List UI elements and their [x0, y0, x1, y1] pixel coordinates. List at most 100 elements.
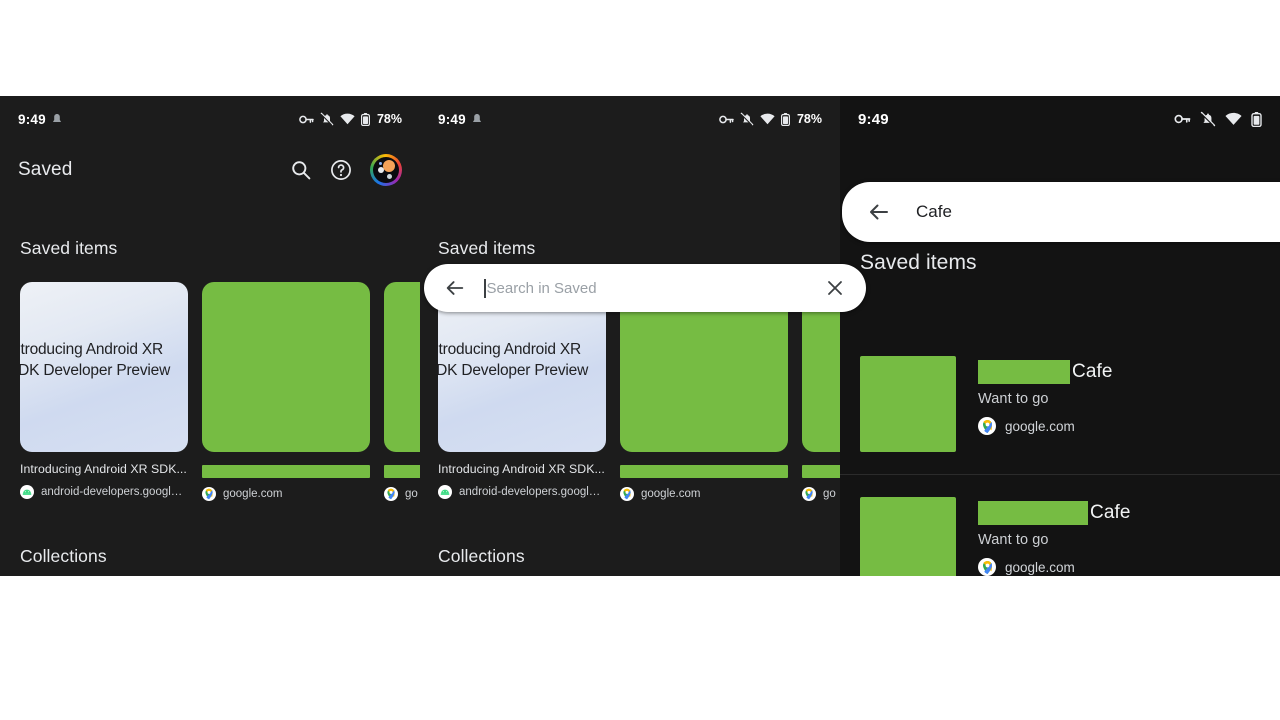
search-result-item[interactable]: Cafe Want to go google.com	[840, 475, 1280, 576]
status-bar-left: 9:49	[18, 112, 62, 127]
card-thumbnail-text: Introducing Android XR SDK Developer Pre…	[20, 341, 171, 379]
result-source-label: google.com	[1005, 559, 1075, 575]
status-bar-right	[1174, 111, 1262, 127]
card-title-redacted	[202, 465, 370, 478]
status-time: 9:49	[858, 110, 889, 128]
card-title: Introducing Android XR SDK...	[20, 462, 187, 476]
result-body: Cafe Want to go google.com	[978, 356, 1280, 452]
android-icon	[20, 485, 34, 499]
result-thumbnail	[860, 497, 956, 576]
status-bar-right: 78%	[719, 112, 822, 126]
saved-items-card-row: Introducing Android XR SDK Developer Pre…	[20, 282, 420, 501]
saved-items-header: Saved items	[438, 238, 536, 258]
saved-card[interactable]: Introducing Android XR SDK Developer Pre…	[438, 282, 606, 501]
search-bar-results[interactable]: Cafe	[842, 182, 1280, 242]
page-title: Saved	[18, 159, 73, 180]
saved-card[interactable]: google.com	[202, 282, 370, 501]
result-thumbnail	[860, 356, 956, 452]
account-avatar[interactable]	[370, 154, 402, 186]
saved-card[interactable]: Introducing Android XR SDK Developer Pre…	[20, 282, 188, 501]
card-source-label: android-developers.googleblo...	[41, 486, 188, 498]
card-source: android-developers.googleblo...	[438, 485, 606, 499]
result-body: Cafe Want to go google.com	[978, 497, 1280, 576]
card-source-label: google.com	[641, 488, 701, 500]
battery-percent: 78%	[376, 112, 402, 126]
saved-card[interactable]: go	[384, 282, 420, 501]
status-bar-right: 78%	[299, 112, 402, 126]
collections-header: Collections	[20, 546, 107, 566]
status-time: 9:49	[438, 111, 466, 127]
result-title: Cafe	[1072, 361, 1113, 382]
search-input[interactable]: Search in Saved	[484, 278, 822, 298]
google-maps-pin-icon	[384, 487, 398, 501]
saved-card[interactable]: go	[802, 282, 840, 501]
status-bar-left: 9:49	[438, 112, 482, 127]
saved-items-header: Saved items	[20, 238, 118, 258]
saved-items-card-row: Introducing Android XR SDK Developer Pre…	[438, 282, 840, 501]
google-maps-pin-icon	[978, 558, 996, 576]
android-icon	[438, 485, 452, 499]
saved-items-header: Saved items	[860, 251, 977, 274]
vpn-key-icon	[1174, 113, 1191, 125]
notifications-off-icon	[740, 112, 754, 126]
saved-card[interactable]: google.com	[620, 282, 788, 501]
result-subtitle: Want to go	[978, 532, 1049, 548]
panel-saved-home: 9:49 78% Saved Saved items Introducing A…	[0, 96, 420, 576]
card-source: go	[802, 487, 840, 501]
card-thumbnail	[384, 282, 420, 452]
card-title: Introducing Android XR SDK...	[438, 462, 605, 476]
result-source-label: google.com	[1005, 418, 1075, 434]
search-result-item[interactable]: Cafe Want to go google.com	[840, 334, 1280, 475]
result-source: google.com	[978, 417, 1280, 435]
app-bar: Saved	[0, 142, 420, 198]
battery-icon	[1251, 111, 1262, 127]
search-placeholder: Search in Saved	[486, 279, 597, 297]
help-icon[interactable]	[330, 159, 352, 181]
search-bar-empty[interactable]: Search in Saved	[424, 264, 866, 312]
collections-header: Collections	[438, 546, 525, 566]
search-input[interactable]: Cafe	[916, 202, 1280, 222]
battery-percent: 78%	[796, 112, 822, 126]
card-source-label: go	[823, 488, 836, 500]
status-bar: 9:49 78%	[0, 96, 420, 142]
card-source-label: go	[405, 488, 418, 500]
app-bar-actions	[290, 154, 402, 186]
battery-icon	[360, 112, 370, 126]
result-title-row: Cafe	[978, 501, 1280, 525]
result-title-row: Cafe	[978, 360, 1280, 384]
search-icon[interactable]	[290, 159, 312, 181]
result-title-redacted-prefix	[978, 360, 1070, 384]
card-source: go	[384, 487, 420, 501]
wifi-icon	[340, 113, 355, 125]
result-title: Cafe	[1090, 502, 1131, 523]
back-arrow-icon[interactable]	[442, 275, 468, 301]
search-results-list: Cafe Want to go google.com Cafe Want to …	[840, 334, 1280, 576]
battery-icon	[780, 112, 790, 126]
vpn-key-icon	[719, 114, 734, 125]
card-title-redacted	[620, 465, 788, 478]
google-maps-pin-icon	[202, 487, 216, 501]
close-icon[interactable]	[822, 275, 848, 301]
card-title-redacted	[384, 465, 420, 478]
status-bar: 9:49	[840, 96, 1280, 142]
wifi-icon	[760, 113, 775, 125]
panel-search-results: 9:49 Cafe Saved items Cafe Want to go go…	[840, 96, 1280, 576]
card-thumbnail-text: Introducing Android XR SDK Developer Pre…	[438, 341, 589, 379]
notification-dot-icon	[52, 113, 62, 125]
screenshot-stage: 9:49 78% Saved Saved items Introducing A…	[0, 96, 1280, 576]
notifications-off-icon	[1200, 111, 1216, 127]
result-title-redacted-prefix	[978, 501, 1088, 525]
card-source-label: google.com	[223, 488, 283, 500]
card-source: google.com	[620, 487, 788, 501]
google-maps-pin-icon	[978, 417, 996, 435]
card-title-redacted	[802, 465, 840, 478]
result-source: google.com	[978, 558, 1280, 576]
card-thumbnail: Introducing Android XR SDK Developer Pre…	[20, 282, 188, 452]
google-maps-pin-icon	[620, 487, 634, 501]
notification-dot-icon	[472, 113, 482, 125]
status-time: 9:49	[18, 111, 46, 127]
panel-search-empty: 9:49 78% Saved items Introducing Android…	[420, 96, 840, 576]
card-source: google.com	[202, 487, 370, 501]
card-source: android-developers.googleblo...	[20, 485, 188, 499]
back-arrow-icon[interactable]	[864, 197, 894, 227]
